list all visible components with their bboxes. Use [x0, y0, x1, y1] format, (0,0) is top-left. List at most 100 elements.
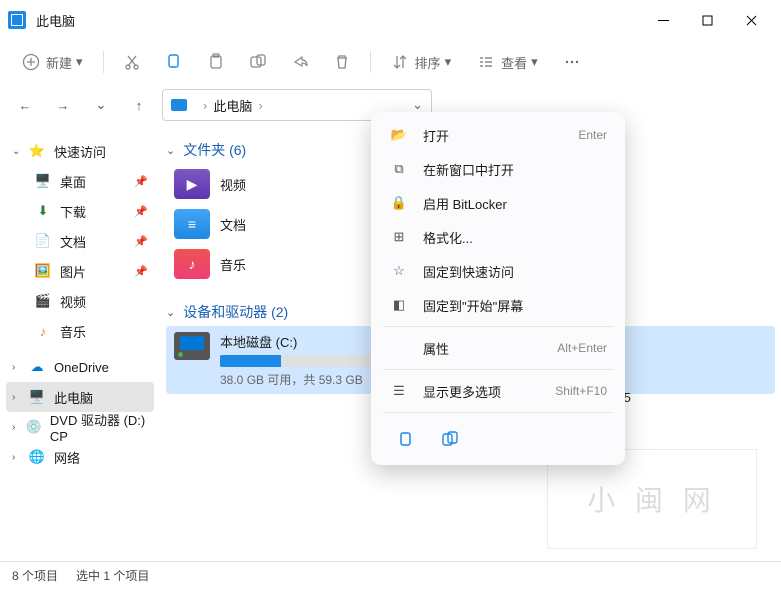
paste-button[interactable]: [198, 46, 234, 78]
network-icon: 🌐: [28, 448, 46, 466]
chevron-right-icon: ›: [12, 422, 24, 433]
music-folder-icon: ♪: [174, 249, 210, 279]
pin-icon: ☆: [389, 263, 409, 279]
app-icon: [8, 11, 26, 29]
delete-button[interactable]: [324, 46, 360, 78]
ctx-format[interactable]: ⊞格式化...: [377, 220, 619, 254]
music-icon: ♪: [34, 322, 52, 340]
format-icon: ⊞: [389, 229, 409, 245]
recent-button[interactable]: ⌄: [86, 90, 116, 120]
drive-icon: [174, 332, 210, 360]
chevron-down-icon: ⌄: [12, 146, 26, 157]
crumb-sep: ›: [203, 98, 207, 113]
sidebar-item-thispc[interactable]: ›🖥️此电脑: [6, 382, 154, 412]
sidebar-item-music[interactable]: ♪音乐: [6, 316, 154, 346]
status-count: 8 个项目: [12, 567, 58, 584]
breadcrumb-root[interactable]: 此电脑: [213, 96, 252, 115]
chevron-down-icon: ⌄: [166, 144, 175, 157]
sidebar-item-downloads[interactable]: ⬇下载📌: [6, 196, 154, 226]
new-window-icon: ⧉: [389, 161, 409, 177]
section-drives-label: 设备和驱动器 (2): [183, 302, 288, 322]
ctx-properties[interactable]: 属性Alt+Enter: [377, 331, 619, 365]
new-button[interactable]: 新建 ▾: [12, 46, 93, 78]
ctx-more-options[interactable]: ☰显示更多选项Shift+F10: [377, 374, 619, 408]
chevron-down-icon: ⌄: [166, 306, 175, 319]
close-button[interactable]: [729, 4, 773, 36]
folder-open-icon: 📂: [389, 127, 409, 143]
share-button[interactable]: [282, 46, 318, 78]
more-icon: ☰: [389, 383, 409, 399]
statusbar: 8 个项目 选中 1 个项目: [0, 561, 781, 589]
separator: [383, 326, 613, 327]
sidebar-item-dvd[interactable]: ›💿DVD 驱动器 (D:) CP: [6, 412, 154, 442]
download-icon: ⬇: [34, 202, 52, 220]
separator: [383, 369, 613, 370]
view-label: 查看: [501, 53, 527, 72]
new-label: 新建: [46, 53, 72, 72]
quick-access-label: 快速访问: [54, 142, 106, 161]
rename-button[interactable]: [240, 46, 276, 78]
back-button[interactable]: ←: [10, 90, 40, 120]
ctx-pin-quick[interactable]: ☆固定到快速访问: [377, 254, 619, 288]
separator: [383, 412, 613, 413]
pin-start-icon: ◧: [389, 297, 409, 313]
forward-button[interactable]: →: [48, 90, 78, 120]
sidebar-item-pictures[interactable]: 🖼️图片📌: [6, 256, 154, 286]
status-selected: 选中 1 个项目: [76, 567, 149, 584]
window-title: 此电脑: [36, 11, 641, 30]
sort-label: 排序: [415, 53, 441, 72]
ctx-copy-button[interactable]: [389, 425, 423, 455]
titlebar: 此电脑: [0, 0, 781, 40]
sidebar-item-network[interactable]: ›🌐网络: [6, 442, 154, 472]
document-folder-icon: ≡: [174, 209, 210, 239]
pin-icon: 📌: [134, 205, 148, 218]
sidebar-item-desktop[interactable]: 🖥️桌面📌: [6, 166, 154, 196]
toolbar: 新建 ▾ 排序 ▾ 查看 ▾: [0, 40, 781, 84]
crumb-sep: ›: [258, 98, 262, 113]
ctx-open[interactable]: 📂打开Enter: [377, 118, 619, 152]
separator: [103, 51, 104, 73]
context-menu: 📂打开Enter ⧉在新窗口中打开 🔒启用 BitLocker ⊞格式化... …: [371, 112, 625, 465]
ctx-bitlocker[interactable]: 🔒启用 BitLocker: [377, 186, 619, 220]
separator: [370, 51, 371, 73]
disc-icon: 💿: [26, 418, 42, 436]
chevron-right-icon: ›: [12, 362, 26, 373]
lock-icon: 🔒: [389, 195, 409, 211]
drive-usage-bar: [220, 355, 390, 367]
minimize-button[interactable]: [641, 4, 685, 36]
pin-icon: 📌: [134, 175, 148, 188]
document-icon: 📄: [34, 232, 52, 250]
ctx-pin-start[interactable]: ◧固定到"开始"屏幕: [377, 288, 619, 322]
chevron-down-icon: ▾: [445, 54, 452, 70]
maximize-button[interactable]: [685, 4, 729, 36]
up-button[interactable]: ↑: [124, 90, 154, 120]
copy-button[interactable]: [156, 46, 192, 78]
sort-button[interactable]: 排序 ▾: [381, 46, 462, 78]
view-button[interactable]: 查看 ▾: [467, 46, 548, 78]
cut-button[interactable]: [114, 46, 150, 78]
sidebar-item-documents[interactable]: 📄文档📌: [6, 226, 154, 256]
star-icon: ⭐: [28, 142, 46, 160]
sidebar-item-videos[interactable]: 🎬视频: [6, 286, 154, 316]
cloud-icon: ☁: [28, 358, 46, 376]
video-icon: 🎬: [34, 292, 52, 310]
sidebar-quick-access[interactable]: ⌄ ⭐ 快速访问: [6, 136, 154, 166]
chevron-right-icon: ›: [12, 452, 26, 463]
pc-icon: [171, 99, 187, 111]
pin-icon: 📌: [134, 235, 148, 248]
ctx-paste-button[interactable]: [433, 425, 467, 455]
ctx-new-window[interactable]: ⧉在新窗口中打开: [377, 152, 619, 186]
chevron-down-icon[interactable]: ⌄: [412, 97, 423, 113]
video-folder-icon: ▶: [174, 169, 210, 199]
picture-icon: 🖼️: [34, 262, 52, 280]
sidebar: ⌄ ⭐ 快速访问 🖥️桌面📌 ⬇下载📌 📄文档📌 🖼️图片📌 🎬视频 ♪音乐 ›…: [0, 126, 160, 561]
chevron-right-icon: ›: [12, 392, 26, 403]
desktop-icon: 🖥️: [34, 172, 52, 190]
chevron-down-icon: ▾: [76, 54, 83, 70]
sidebar-item-onedrive[interactable]: ›☁OneDrive: [6, 352, 154, 382]
section-folders-label: 文件夹 (6): [183, 140, 246, 160]
chevron-down-icon: ▾: [531, 54, 538, 70]
pc-icon: 🖥️: [28, 388, 46, 406]
pin-icon: 📌: [134, 265, 148, 278]
more-button[interactable]: [554, 46, 590, 78]
